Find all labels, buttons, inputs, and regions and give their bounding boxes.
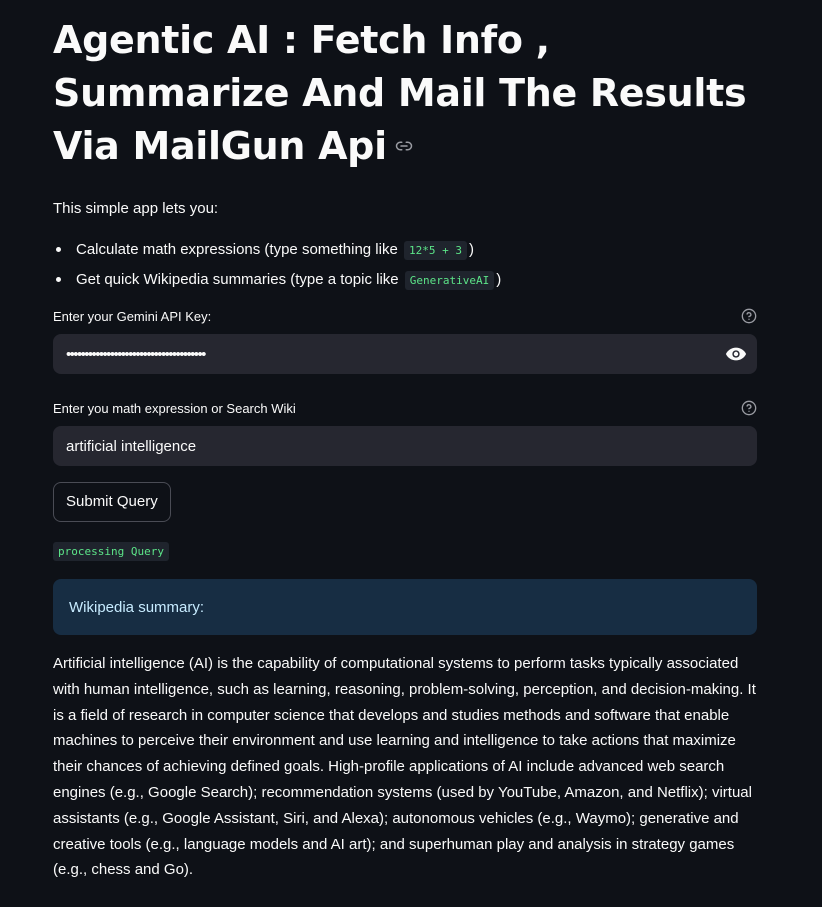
api-key-section: Enter your Gemini API Key: •••••••••••••… [53, 306, 757, 374]
info-alert-text: Wikipedia summary: [69, 598, 205, 616]
info-alert: Wikipedia summary: [53, 579, 757, 635]
list-item-text: Get quick Wikipedia summaries (type a to… [76, 271, 403, 288]
status-text: processing Query [53, 542, 169, 561]
list-item: Calculate math expressions (type somethi… [53, 235, 757, 265]
api-key-label-row: Enter your Gemini API Key: [53, 306, 757, 326]
help-circle-icon[interactable] [741, 400, 757, 416]
app-page: Agentic AI : Fetch Info , Summarize And … [0, 0, 822, 907]
summary-text: Artificial intelligence (AI) is the capa… [53, 655, 756, 879]
intro-text: This simple app lets you: [53, 200, 219, 217]
query-label: Enter you math expression or Search Wiki [53, 400, 296, 416]
list-item-suffix: ) [468, 241, 474, 258]
list-item-suffix: ) [496, 271, 502, 288]
api-key-label: Enter your Gemini API Key: [53, 308, 212, 324]
api-key-value[interactable]: •••••••••••••••••••••••••••••••••••••• [66, 346, 725, 363]
list-item: Get quick Wikipedia summaries (type a to… [53, 265, 757, 295]
eye-icon[interactable] [725, 343, 747, 365]
help-circle-icon[interactable] [741, 308, 757, 324]
query-input[interactable]: artificial intelligence [53, 426, 757, 466]
submit-query-button[interactable]: Submit Query [53, 482, 171, 522]
feature-list: Calculate math expressions (type somethi… [53, 235, 757, 295]
status-row: processing Query [53, 542, 757, 561]
inline-code: GenerativeAI [404, 271, 495, 290]
inline-code: 12*5 + 3 [404, 241, 467, 260]
query-label-row: Enter you math expression or Search Wiki [53, 398, 757, 418]
page-title: Agentic AI : Fetch Info , Summarize And … [53, 0, 757, 173]
query-section: Enter you math expression or Search Wiki… [53, 398, 757, 466]
list-item-text: Calculate math expressions (type somethi… [76, 241, 402, 258]
submit-row: Submit Query [53, 482, 757, 522]
summary-section: Artificial intelligence (AI) is the capa… [53, 651, 757, 883]
main-content: Agentic AI : Fetch Info , Summarize And … [53, 0, 757, 883]
query-value[interactable]: artificial intelligence [66, 438, 744, 455]
link-icon[interactable] [395, 137, 413, 155]
api-key-input[interactable]: •••••••••••••••••••••••••••••••••••••• [53, 334, 757, 374]
